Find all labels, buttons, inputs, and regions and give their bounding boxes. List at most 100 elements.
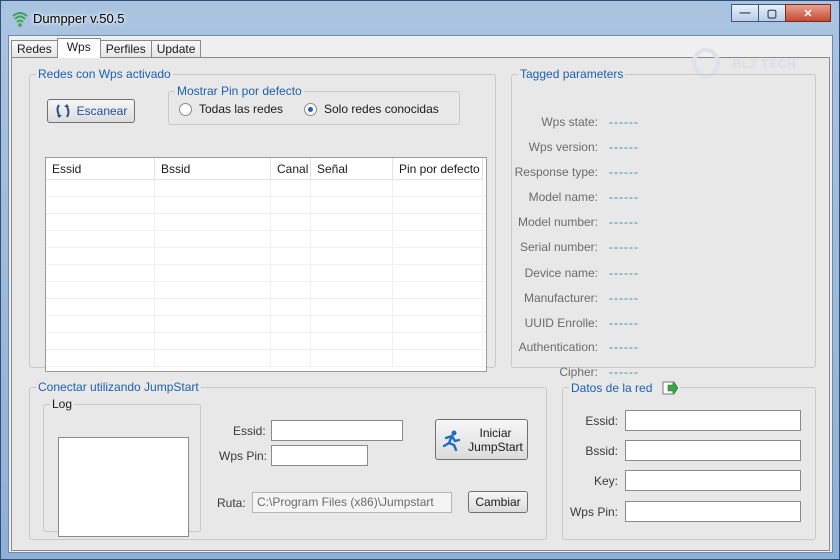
wps-networks-list[interactable]: Essid Bssid Canal Señal Pin por defecto: [45, 157, 487, 372]
jumpstart-icon: [442, 430, 461, 451]
tagged-param-label: Response type:: [514, 165, 598, 179]
network-key-label: Key:: [593, 474, 618, 488]
wps-tab-page: BLZ TECH Redes con Wps activado Escanear…: [11, 48, 830, 551]
jumpstart-wpspin-input[interactable]: [271, 445, 368, 466]
table-cell: [393, 248, 483, 265]
tagged-param-row: Manufacturer: ------: [512, 291, 638, 307]
table-cell: [311, 350, 393, 367]
tagged-param-value: ------: [609, 291, 639, 305]
tagged-param-label: Serial number:: [519, 240, 598, 254]
table-cell: [46, 180, 155, 197]
table-cell: [311, 265, 393, 282]
tagged-param-value: ------: [609, 365, 639, 379]
tab-perfiles[interactable]: Perfiles: [99, 40, 152, 58]
table-row[interactable]: [46, 214, 486, 231]
table-cell: [271, 282, 311, 299]
tab-redes[interactable]: Redes: [11, 40, 58, 58]
table-cell: [271, 299, 311, 316]
table-cell: [271, 197, 311, 214]
jumpstart-essid-input[interactable]: [271, 420, 403, 441]
start-jumpstart-label-line1: Iniciar: [479, 425, 512, 440]
table-cell: [393, 265, 483, 282]
table-cell: [271, 333, 311, 350]
start-jumpstart-label-line2: JumpStart: [468, 439, 523, 454]
column-bssid[interactable]: Bssid: [155, 158, 271, 180]
start-jumpstart-button[interactable]: Iniciar JumpStart: [435, 419, 528, 460]
tagged-param-row: UUID Enrolle: ------: [512, 316, 638, 332]
table-cell: [155, 197, 271, 214]
radio-all-networks-dot[interactable]: [179, 102, 192, 116]
tagged-param-label: Model number:: [517, 215, 598, 229]
column-canal[interactable]: Canal: [271, 158, 311, 180]
network-essid-input[interactable]: [625, 410, 801, 431]
table-row[interactable]: [46, 299, 486, 316]
table-row[interactable]: [46, 282, 486, 299]
table-cell: [271, 214, 311, 231]
table-row[interactable]: [46, 248, 486, 265]
table-cell: [155, 231, 271, 248]
export-icon[interactable]: [662, 380, 679, 396]
table-row[interactable]: [46, 316, 486, 333]
table-cell: [393, 316, 483, 333]
tagged-param-row: Wps state: ------: [512, 115, 638, 131]
table-row[interactable]: [46, 180, 486, 197]
window-title: Dumpper v.50.5: [33, 11, 125, 26]
client-area: Redes Wps Perfiles Update BLZ TECH Redes…: [8, 35, 833, 553]
tagged-param-label: Device name:: [524, 266, 598, 280]
tagged-param-label: UUID Enrolle:: [524, 316, 598, 330]
close-button[interactable]: ✕: [785, 4, 831, 22]
table-cell: [393, 180, 483, 197]
table-cell: [46, 316, 155, 333]
pin-display-legend: Mostrar Pin por defecto: [175, 84, 304, 98]
table-cell: [311, 214, 393, 231]
scan-button[interactable]: Escanear: [47, 99, 135, 123]
table-row[interactable]: [46, 197, 486, 214]
tagged-param-value: ------: [609, 215, 639, 229]
table-cell: [393, 197, 483, 214]
network-bssid-label: Bssid:: [585, 444, 618, 458]
table-cell: [393, 282, 483, 299]
tab-strip: Redes Wps Perfiles Update: [11, 38, 202, 58]
radio-all-networks-label: Todas las redes: [199, 102, 284, 116]
table-cell: [311, 299, 393, 316]
tagged-param-label: Authentication:: [518, 340, 598, 354]
table-cell: [155, 299, 271, 316]
tagged-param-value: ------: [609, 240, 639, 254]
jumpstart-wpspin-label: Wps Pin:: [219, 449, 268, 463]
tagged-param-label: Manufacturer:: [523, 291, 598, 305]
tab-update[interactable]: Update: [150, 40, 202, 58]
minimize-button[interactable]: —: [731, 4, 759, 22]
table-cell: [393, 231, 483, 248]
tab-wps[interactable]: Wps: [56, 38, 101, 58]
table-row[interactable]: [46, 350, 486, 367]
tagged-param-row: Cipher: ------: [512, 365, 638, 381]
tagged-param-label: Cipher:: [559, 365, 598, 379]
table-cell: [311, 333, 393, 350]
title-bar[interactable]: Dumpper v.50.5 — ▢ ✕: [1, 1, 839, 35]
table-cell: [46, 282, 155, 299]
table-row[interactable]: [46, 333, 486, 350]
network-wpspin-input[interactable]: [625, 501, 801, 522]
table-row[interactable]: [46, 231, 486, 248]
ruta-input[interactable]: C:\Program Files (x86)\Jumpstart: [252, 492, 452, 513]
tagged-param-row: Model number: ------: [512, 215, 638, 231]
table-row[interactable]: [46, 265, 486, 282]
radio-known-networks-dot[interactable]: [304, 102, 317, 116]
radio-known-networks[interactable]: Solo redes conocidas: [304, 102, 439, 116]
tagged-param-row: Wps version: ------: [512, 140, 638, 156]
table-cell: [311, 282, 393, 299]
column-senal[interactable]: Señal: [311, 158, 393, 180]
column-pin-por-defecto[interactable]: Pin por defecto: [393, 158, 483, 180]
change-path-button[interactable]: Cambiar: [468, 491, 528, 513]
network-bssid-input[interactable]: [625, 440, 801, 461]
table-cell: [271, 350, 311, 367]
column-essid[interactable]: Essid: [46, 158, 155, 180]
table-cell: [393, 350, 483, 367]
maximize-button[interactable]: ▢: [758, 4, 786, 22]
log-textarea[interactable]: [58, 437, 189, 537]
table-cell: [155, 333, 271, 350]
radio-all-networks[interactable]: Todas las redes: [179, 102, 283, 116]
tagged-param-label: Wps version:: [528, 140, 598, 154]
network-key-input[interactable]: [625, 470, 801, 491]
table-cell: [46, 299, 155, 316]
